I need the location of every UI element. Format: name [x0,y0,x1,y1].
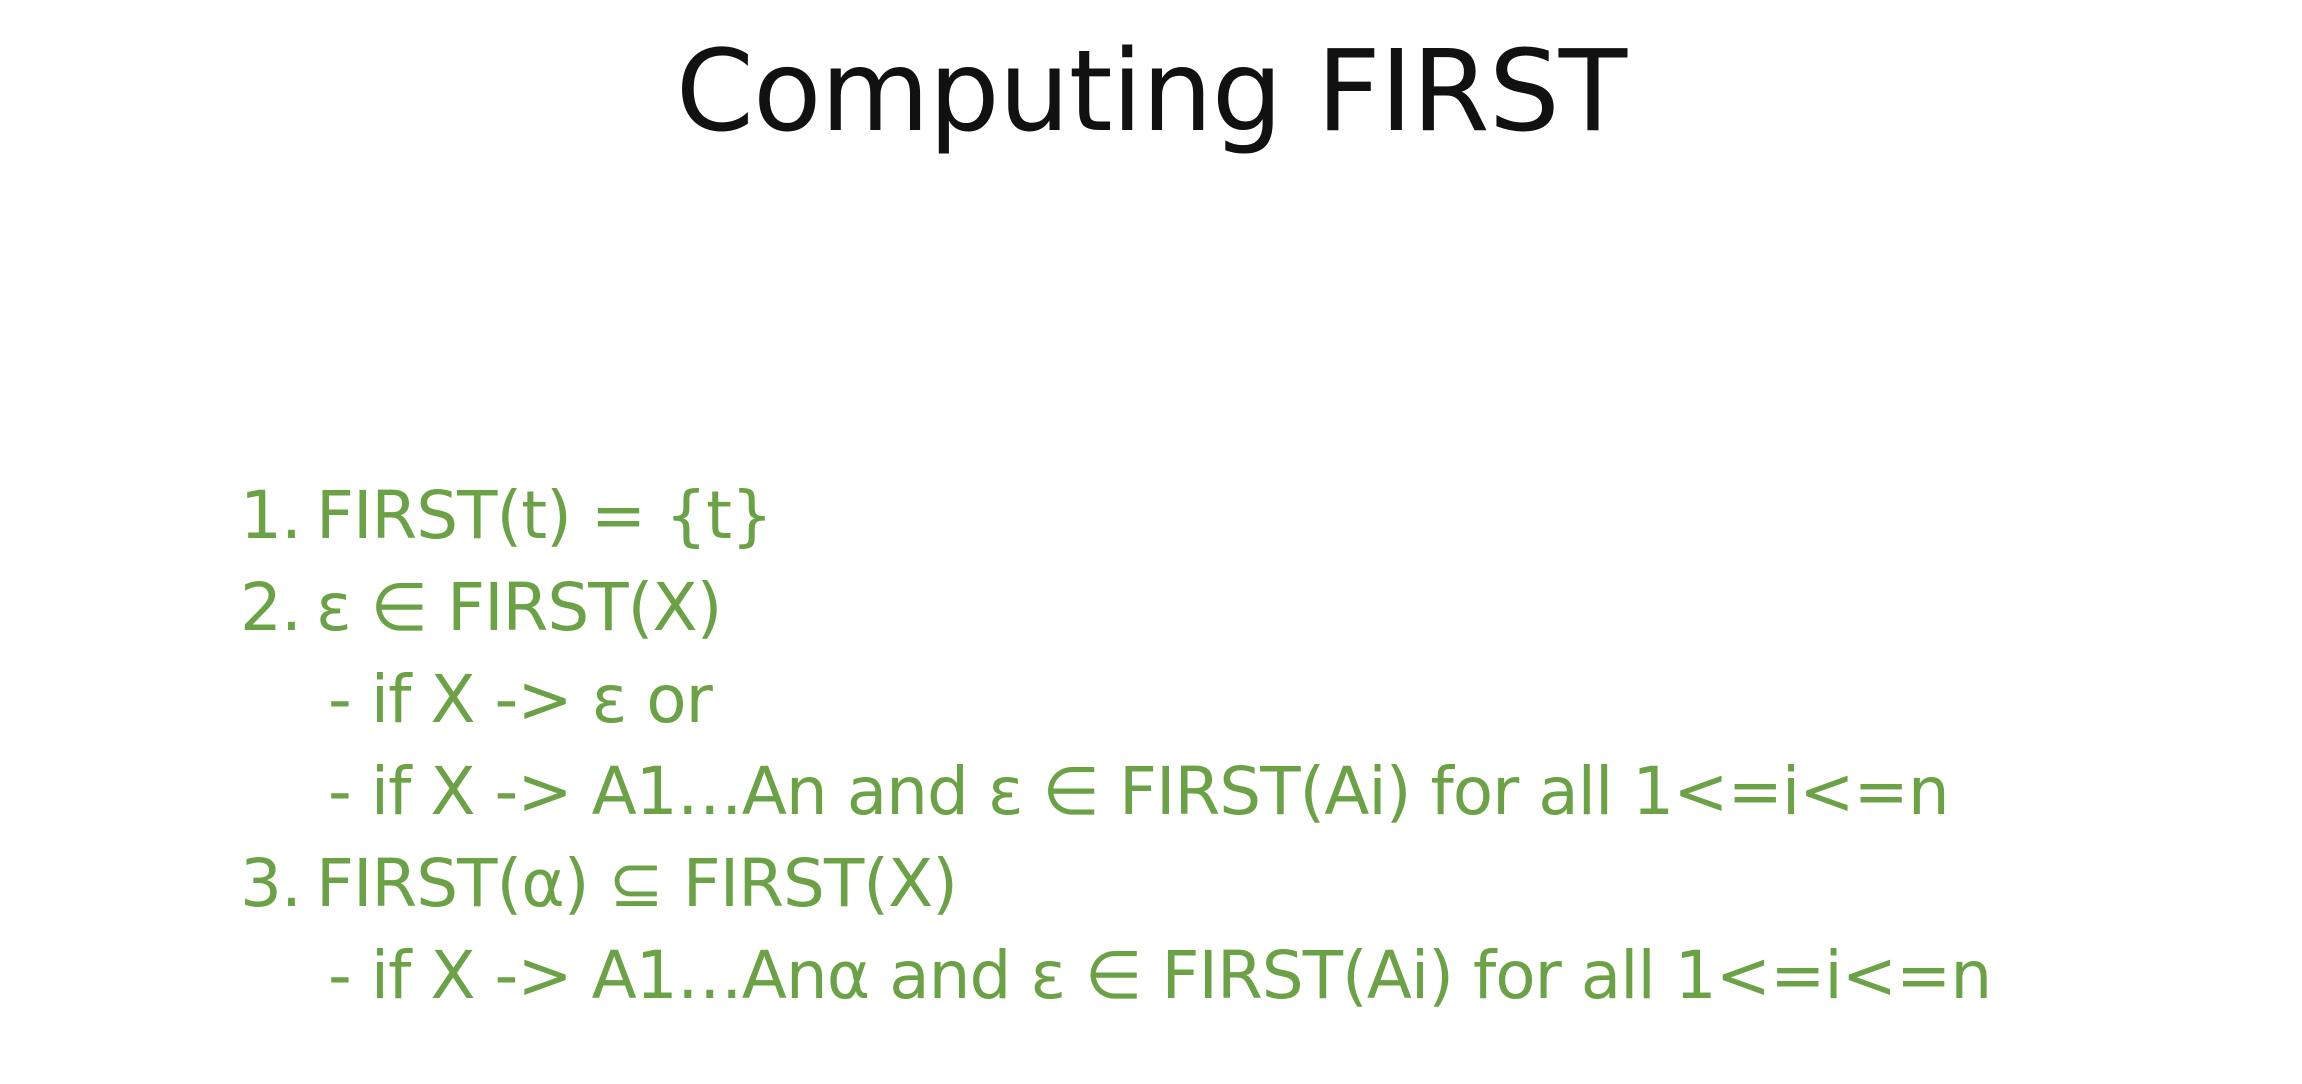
rule-list: 1. FIRST(t) = {t} 2. ε ∈ FIRST(X) - if X -… [240,470,2140,1022]
slide-title: Computing FIRST [675,27,1627,157]
rule-2: 2. ε ∈ FIRST(X) [240,562,2140,654]
condition-text: - if X -> ε or [328,661,713,738]
rule-text: ε ∈ FIRST(X) [316,569,722,646]
condition-text: - if X -> A1…An and ε ∈ FIRST(Ai) for al… [328,753,1950,830]
rule-1: 1. FIRST(t) = {t} [240,470,2140,562]
rule-number: 2. [240,569,302,646]
rule-number: 1. [240,477,302,554]
rule-number: 3. [240,845,302,922]
rule-text: FIRST(t) = {t} [316,477,773,554]
condition-text: - if X -> A1…Anα and ε ∈ FIRST(Ai) for a… [328,937,1992,1014]
rule-3-condition: - if X -> A1…Anα and ε ∈ FIRST(Ai) for a… [240,930,2140,1022]
slide: Computing FIRST 1. FIRST(t) = {t} 2. ε ∈ F… [0,0,2302,1084]
rule-3: 3. FIRST(α) ⊆ FIRST(X) [240,838,2140,930]
rule-text: FIRST(α) ⊆ FIRST(X) [316,845,958,922]
rule-2-condition-b: - if X -> A1…An and ε ∈ FIRST(Ai) for al… [240,746,2140,838]
rule-2-condition-a: - if X -> ε or [240,654,2140,746]
